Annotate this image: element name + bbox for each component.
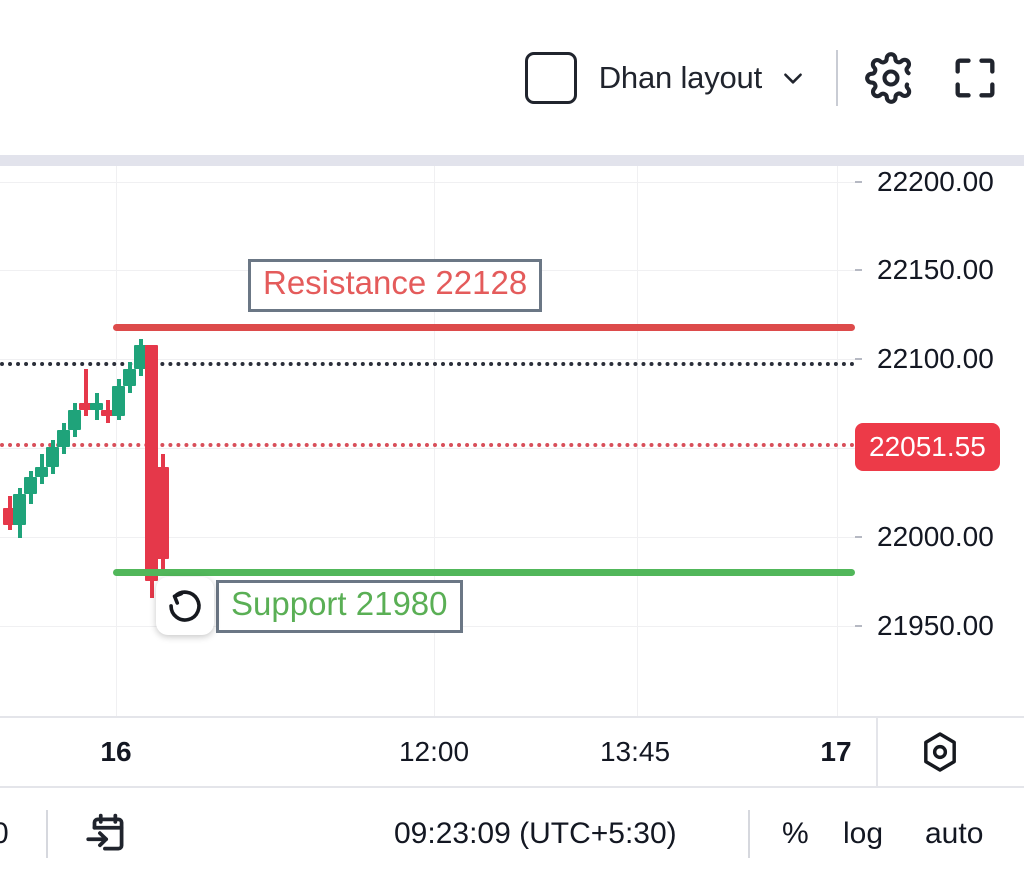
reset-rotate-icon [169,590,201,622]
gridline-vertical [434,166,435,716]
fullscreen-icon [955,58,995,97]
goto-date-button[interactable] [82,809,132,859]
reset-chart-button[interactable] [156,577,214,635]
current-price-badge[interactable]: 22051.55 [855,423,1000,471]
settings-button[interactable] [864,51,918,105]
support-label[interactable]: Support 21980 [216,580,463,633]
gridline-vertical [837,166,838,716]
layout-square-icon[interactable] [524,51,577,104]
price-axis-label: 22000.00 [877,521,994,552]
axis-tick [855,536,862,538]
auto-scale-button[interactable]: auto [925,817,983,851]
axis-tick [855,269,862,271]
timezone-button[interactable] [912,724,968,780]
top-toolbar: Dhan layout [0,0,1024,155]
truncated-left-item[interactable]: 0 [0,817,9,851]
time-axis-divider [876,718,878,790]
resistance-line[interactable] [113,324,855,331]
calendar-arrow-icon [86,813,124,851]
gridline-vertical [637,166,638,716]
bottom-divider [748,810,750,858]
price-axis-label: 22100.00 [877,343,994,374]
time-axis-label: 12:00 [398,736,470,767]
time-axis-label: 17 [820,736,852,767]
price-axis-label: 22200.00 [877,166,994,197]
axis-tick [855,625,862,627]
layout-name-label[interactable]: Dhan layout [599,60,762,96]
axis-tick [855,358,862,360]
support-line[interactable] [113,569,855,576]
layout-selector[interactable]: Dhan layout [524,51,830,104]
chart-canvas[interactable]: Resistance 22128 Support 21980 [0,166,855,716]
gear-icon [865,51,912,104]
time-axis-label: 13:45 [599,736,671,767]
percent-scale-button[interactable]: % [782,817,809,851]
hexagon-clock-icon [924,732,956,772]
chevron-down-icon[interactable] [780,65,806,91]
price-axis-label: 22150.00 [877,254,994,285]
price-axis-label: 21950.00 [877,610,994,641]
toolbar-separator [0,155,1024,166]
axis-tick [855,181,862,183]
time-axis-label: 16 [100,736,132,767]
chart-clock[interactable]: 09:23:09 (UTC+5:30) [394,817,677,851]
log-scale-button[interactable]: log [843,817,883,851]
resistance-label[interactable]: Resistance 22128 [248,259,543,312]
price-axis[interactable]: 22200.00 22150.00 22100.00 22000.00 2195… [855,166,1024,716]
time-axis[interactable]: 16 12:00 13:45 17 [0,716,1024,790]
toolbar-divider [836,49,838,106]
bottom-toolbar: 0 09:23:09 (UTC+5:30) % log auto [0,788,1024,880]
candle-body [156,467,169,559]
fullscreen-button[interactable] [948,51,1002,105]
bottom-divider [46,810,48,858]
